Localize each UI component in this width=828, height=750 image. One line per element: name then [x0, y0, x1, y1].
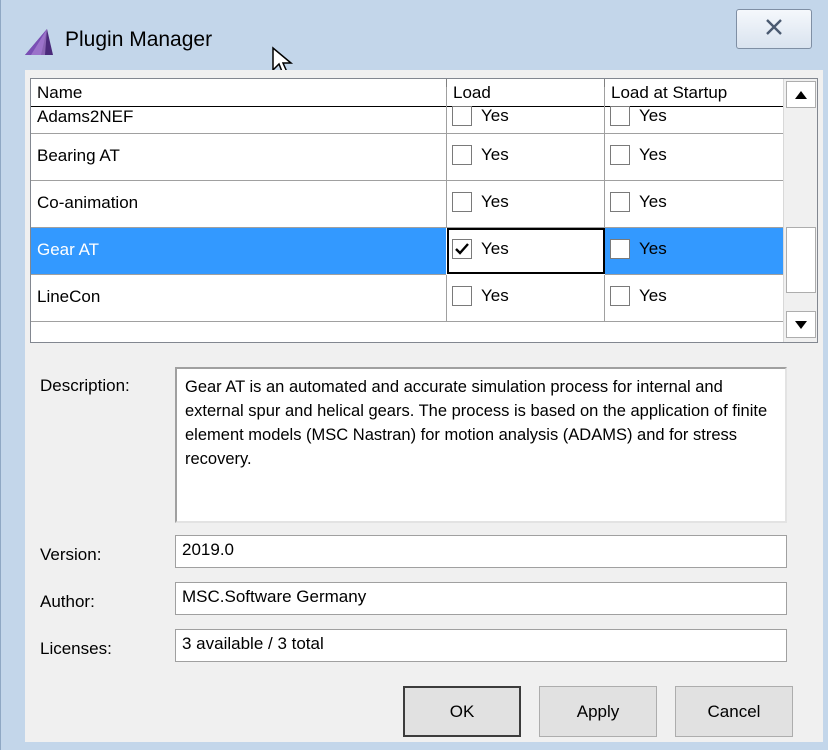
ok-button[interactable]: OK: [403, 686, 521, 737]
close-icon: [764, 18, 784, 41]
load-checkbox[interactable]: [452, 145, 472, 165]
dialog-window: Plugin Manager Name Load Load at Startup: [0, 0, 828, 750]
author-field[interactable]: MSC.Software Germany: [175, 582, 787, 615]
plugin-grid[interactable]: Name Load Load at Startup Adams2NEF Yes …: [30, 78, 818, 343]
startup-checkbox-label: Yes: [639, 106, 667, 125]
description-label: Description:: [40, 376, 130, 395]
startup-checkbox[interactable]: [610, 239, 630, 259]
licenses-field[interactable]: 3 available / 3 total: [175, 629, 787, 662]
load-checkbox-label: Yes: [481, 192, 509, 211]
plugin-name: Gear AT: [37, 240, 100, 259]
dialog-client-area: Name Load Load at Startup Adams2NEF Yes …: [25, 70, 823, 742]
load-checkbox[interactable]: [452, 192, 472, 212]
scroll-up-button[interactable]: [786, 81, 816, 108]
window-title: Plugin Manager: [65, 28, 213, 51]
startup-checkbox-label: Yes: [639, 286, 667, 305]
table-row[interactable]: Co-animation Yes Yes: [31, 181, 783, 228]
cancel-button[interactable]: Cancel: [675, 686, 793, 737]
plugin-name: Co-animation: [37, 193, 139, 212]
version-label: Version:: [40, 545, 102, 564]
vertical-scrollbar[interactable]: [783, 79, 817, 342]
load-checkbox-label: Yes: [481, 106, 509, 125]
apply-button[interactable]: Apply: [539, 686, 657, 737]
scroll-down-button[interactable]: [786, 311, 816, 338]
load-checkbox-label: Yes: [481, 145, 509, 164]
startup-checkbox[interactable]: [610, 192, 630, 212]
startup-checkbox-label: Yes: [639, 145, 667, 164]
load-checkbox[interactable]: [452, 106, 472, 126]
plugin-name: LineCon: [37, 287, 101, 306]
startup-checkbox[interactable]: [610, 286, 630, 306]
licenses-label: Licenses:: [40, 639, 112, 658]
plugin-name: Adams2NEF: [37, 107, 134, 126]
scrollbar-thumb[interactable]: [786, 227, 816, 293]
author-label: Author:: [40, 592, 95, 611]
table-row-selected[interactable]: Gear AT Yes Yes: [31, 228, 783, 275]
startup-checkbox[interactable]: [610, 106, 630, 126]
table-row[interactable]: Adams2NEF Yes Yes: [31, 87, 783, 134]
load-checkbox-label: Yes: [481, 286, 509, 305]
table-row[interactable]: LineCon Yes Yes: [31, 275, 783, 322]
version-field[interactable]: 2019.0: [175, 535, 787, 568]
app-logo-icon: [23, 27, 55, 57]
table-row[interactable]: Bearing AT Yes Yes: [31, 134, 783, 181]
title-bar[interactable]: Plugin Manager: [1, 0, 828, 76]
scroll-down-arrow-icon: [795, 320, 807, 329]
load-checkbox[interactable]: [452, 286, 472, 306]
scroll-up-arrow-icon: [795, 90, 807, 99]
startup-checkbox[interactable]: [610, 145, 630, 165]
description-textbox[interactable]: Gear AT is an automated and accurate sim…: [175, 367, 787, 523]
startup-checkbox-label: Yes: [639, 239, 667, 258]
startup-checkbox-label: Yes: [639, 192, 667, 211]
plugin-name: Bearing AT: [37, 146, 120, 165]
close-button[interactable]: [736, 9, 812, 49]
focus-rectangle: [447, 228, 605, 274]
